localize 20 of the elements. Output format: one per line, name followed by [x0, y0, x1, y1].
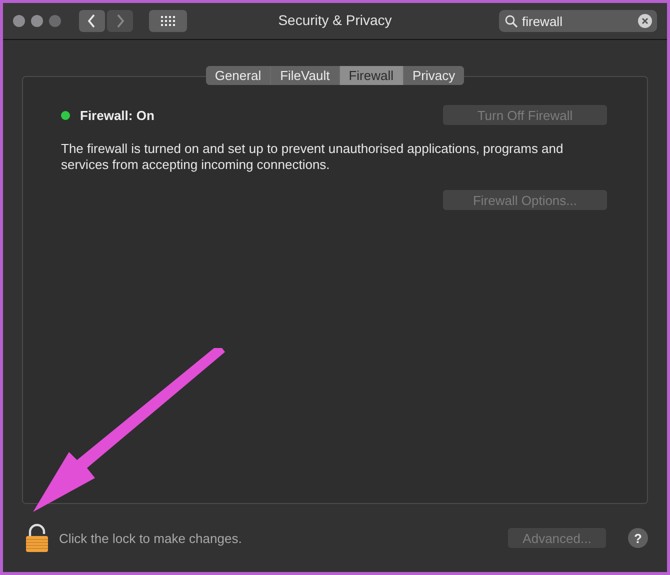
- clear-search-icon[interactable]: [638, 14, 652, 28]
- firewall-description: The firewall is turned on and set up to prevent unauthorised applications, programs and services from accepting incoming connections.: [61, 141, 564, 173]
- back-button[interactable]: [79, 10, 105, 32]
- minimize-window-button[interactable]: [31, 15, 43, 27]
- tab[interactable]: General: [206, 66, 270, 85]
- show-all-button[interactable]: [149, 10, 187, 32]
- tab[interactable]: Privacy: [404, 66, 464, 85]
- tab[interactable]: Firewall: [340, 66, 403, 85]
- close-window-button[interactable]: [13, 15, 25, 27]
- search-icon: [505, 15, 518, 28]
- chevron-right-icon: [115, 14, 125, 28]
- lock-hint: Click the lock to make changes.: [59, 530, 242, 546]
- grid-icon: [161, 16, 175, 26]
- lock-icon[interactable]: [25, 523, 49, 553]
- help-button[interactable]: ?: [628, 528, 648, 548]
- window-title: Security & Privacy: [278, 12, 392, 28]
- chevron-left-icon: [87, 14, 97, 28]
- search-field[interactable]: firewall: [499, 10, 657, 32]
- firewall-status: Firewall: On: [80, 108, 154, 122]
- tab[interactable]: FileVault: [271, 66, 339, 85]
